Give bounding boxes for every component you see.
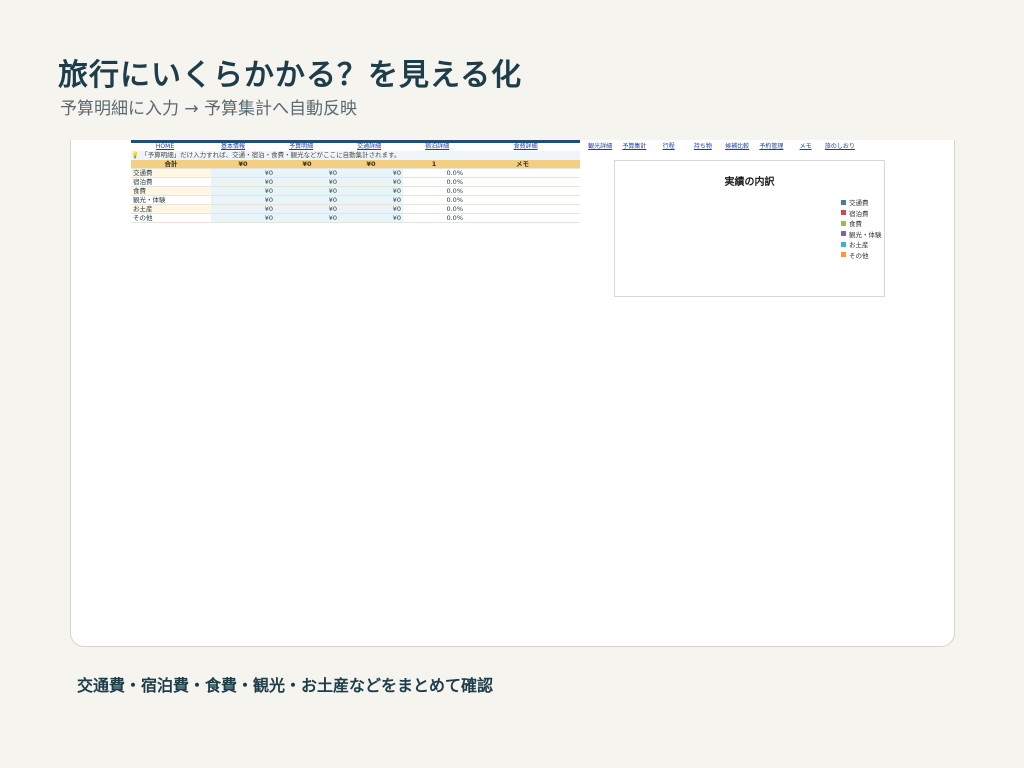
chart-legend: 交通費 宿泊費 食費 観光・体験 お土産 その他 xyxy=(841,197,882,260)
legend-label: お土産 xyxy=(849,241,869,250)
legend-item: 食費 xyxy=(841,218,882,229)
row-label[interactable]: 食費 xyxy=(131,186,211,196)
nav-link-belongings[interactable]: 持ち物 xyxy=(694,143,712,150)
amount-cell[interactable]: ¥0 xyxy=(275,204,339,214)
percent-cell[interactable]: 0.0% xyxy=(403,177,465,187)
legend-label: 宿泊費 xyxy=(849,209,869,218)
amount-cell[interactable]: ¥0 xyxy=(211,186,275,196)
amount-cell[interactable]: ¥0 xyxy=(339,213,403,223)
chart-title: 実績の内訳 xyxy=(724,177,775,188)
legend-item: お土産 xyxy=(841,239,882,250)
memo-cell[interactable] xyxy=(465,186,580,196)
memo-cell[interactable] xyxy=(465,213,580,223)
header-cell[interactable]: ¥0 xyxy=(211,160,275,169)
notice-text: 「予算明細」だけ入力すれば、交通・宿泊・食費・観光などがここに自動集計されます。 xyxy=(141,151,401,159)
table-row: 観光・体験 ¥0 ¥0 ¥0 0.0% xyxy=(131,195,580,205)
memo-cell[interactable] xyxy=(465,204,580,214)
table-row: 宿泊費 ¥0 ¥0 ¥0 0.0% xyxy=(131,177,580,187)
amount-cell[interactable]: ¥0 xyxy=(211,213,275,223)
nav-link-budget-summary[interactable]: 予算集計 xyxy=(622,143,646,150)
memo-cell[interactable] xyxy=(465,177,580,187)
legend-swatch xyxy=(841,252,846,258)
percent-cell[interactable]: 0.0% xyxy=(403,195,465,205)
amount-cell[interactable]: ¥0 xyxy=(211,168,275,178)
legend-label: 食費 xyxy=(849,220,862,229)
secondary-sheet-nav: 観光詳細 予算集計 行程 持ち物 候補比較 予約管理 メモ 旅のしおり xyxy=(583,143,857,151)
legend-label: 観光・体験 xyxy=(849,230,882,239)
amount-cell[interactable]: ¥0 xyxy=(339,168,403,178)
legend-item: 観光・体験 xyxy=(841,229,882,240)
header-cell[interactable]: ¥0 xyxy=(275,160,339,169)
legend-swatch xyxy=(841,231,846,237)
spreadsheet-screenshot: HOME 基本情報 予算明細 交通詳細 宿泊詳細 食費詳細 観光詳細 予算集計 … xyxy=(70,140,955,647)
amount-cell[interactable]: ¥0 xyxy=(339,177,403,187)
percent-cell[interactable]: 0.0% xyxy=(403,168,465,178)
nav-link-memo[interactable]: メモ xyxy=(800,143,812,150)
header-cell[interactable]: 合計 xyxy=(131,160,211,169)
feature-caption: 交通費・宿泊費・食費・観光・お土産などをまとめて確認 xyxy=(77,676,494,695)
page-title: 旅行にいくらかかる？を見える化 xyxy=(58,58,523,93)
page-subtitle: 予算明細に入力 → 予算集計へ自動反映 xyxy=(60,99,358,119)
amount-cell[interactable]: ¥0 xyxy=(275,186,339,196)
amount-cell[interactable]: ¥0 xyxy=(339,204,403,214)
amount-cell[interactable]: ¥0 xyxy=(211,177,275,187)
amount-cell[interactable]: ¥0 xyxy=(339,186,403,196)
legend-item: 宿泊費 xyxy=(841,208,882,219)
row-label[interactable]: 観光・体験 xyxy=(131,195,211,205)
legend-label: その他 xyxy=(849,251,869,260)
lightbulb-icon: 💡 xyxy=(131,151,140,159)
nav-link-itinerary[interactable]: 行程 xyxy=(663,143,675,150)
nav-link-lodging-detail[interactable]: 宿泊詳細 xyxy=(425,143,449,150)
header-cell[interactable]: メモ xyxy=(465,160,580,169)
amount-cell[interactable]: ¥0 xyxy=(211,195,275,205)
budget-summary-table: 合計 ¥0 ¥0 ¥0 1 メモ 交通費 ¥0 ¥0 ¥0 0.0% 宿泊費 ¥… xyxy=(131,160,580,223)
legend-item: その他 xyxy=(841,250,882,261)
nav-link-budget-detail[interactable]: 予算明細 xyxy=(289,143,313,150)
primary-sheet-nav: HOME 基本情報 予算明細 交通詳細 宿泊詳細 食費詳細 xyxy=(131,140,580,151)
table-row: 交通費 ¥0 ¥0 ¥0 0.0% xyxy=(131,168,580,178)
amount-cell[interactable]: ¥0 xyxy=(211,204,275,214)
row-label[interactable]: その他 xyxy=(131,213,211,223)
table-row: お土産 ¥0 ¥0 ¥0 0.0% xyxy=(131,204,580,214)
nav-link-home[interactable]: HOME xyxy=(156,143,174,150)
memo-cell[interactable] xyxy=(465,168,580,178)
row-label[interactable]: 交通費 xyxy=(131,168,211,178)
row-label[interactable]: お土産 xyxy=(131,204,211,214)
memo-cell[interactable] xyxy=(465,195,580,205)
header-cell[interactable]: ¥0 xyxy=(339,160,403,169)
breakdown-chart[interactable]: 実績の内訳 交通費 宿泊費 食費 観光・体験 お土産 その他 xyxy=(614,160,885,297)
legend-label: 交通費 xyxy=(849,199,869,208)
amount-cell[interactable]: ¥0 xyxy=(275,168,339,178)
auto-sum-notice: 💡 「予算明細」だけ入力すれば、交通・宿泊・食費・観光などがここに自動集計されます… xyxy=(131,151,580,160)
nav-link-reservations[interactable]: 予約管理 xyxy=(759,143,783,150)
legend-item: 交通費 xyxy=(841,197,882,208)
amount-cell[interactable]: ¥0 xyxy=(275,195,339,205)
legend-swatch xyxy=(841,220,846,226)
legend-swatch xyxy=(841,199,846,205)
percent-cell[interactable]: 0.0% xyxy=(403,186,465,196)
nav-link-transport-detail[interactable]: 交通詳細 xyxy=(357,143,381,150)
amount-cell[interactable]: ¥0 xyxy=(339,195,403,205)
nav-link-compare[interactable]: 候補比較 xyxy=(725,143,749,150)
legend-swatch xyxy=(841,210,846,216)
nav-link-food-detail[interactable]: 食費詳細 xyxy=(514,143,538,150)
nav-link-basic-info[interactable]: 基本情報 xyxy=(221,143,245,150)
row-label[interactable]: 宿泊費 xyxy=(131,177,211,187)
table-header-row: 合計 ¥0 ¥0 ¥0 1 メモ xyxy=(131,160,580,169)
nav-link-travel-guide[interactable]: 旅のしおり xyxy=(825,143,855,150)
percent-cell[interactable]: 0.0% xyxy=(403,204,465,214)
legend-swatch xyxy=(841,241,846,247)
percent-cell[interactable]: 0.0% xyxy=(403,213,465,223)
table-row: 食費 ¥0 ¥0 ¥0 0.0% xyxy=(131,186,580,196)
amount-cell[interactable]: ¥0 xyxy=(275,213,339,223)
table-row: その他 ¥0 ¥0 ¥0 0.0% xyxy=(131,213,580,223)
nav-link-sightseeing-detail[interactable]: 観光詳細 xyxy=(588,143,612,150)
amount-cell[interactable]: ¥0 xyxy=(275,177,339,187)
header-cell[interactable]: 1 xyxy=(403,160,465,169)
